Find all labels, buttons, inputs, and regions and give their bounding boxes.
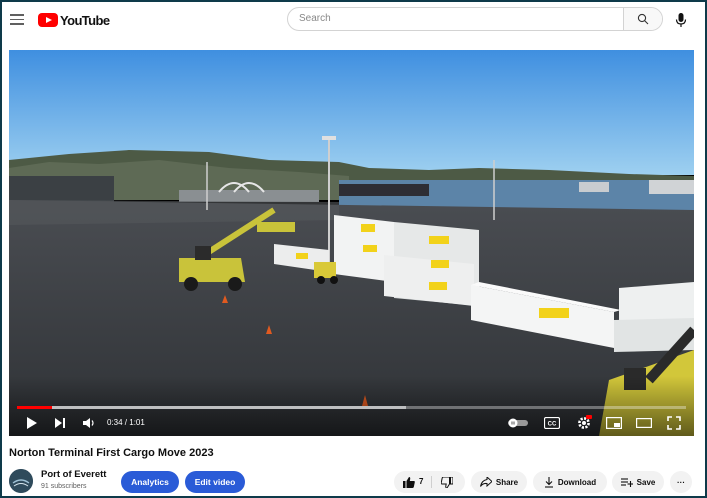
like-dislike-group: 7: [394, 471, 465, 493]
thumbs-down-icon[interactable]: [441, 477, 453, 488]
ship: [339, 184, 429, 196]
progress-played: [17, 406, 52, 409]
more-actions-button[interactable]: ···: [670, 471, 692, 493]
progress-buffered: [17, 406, 406, 409]
youtube-wordmark: YouTube: [60, 12, 110, 28]
subscriber-count: 91 subscribers: [41, 483, 87, 490]
channel-avatar[interactable]: [9, 469, 33, 493]
miniplayer-button[interactable]: [603, 412, 625, 434]
next-icon: [55, 418, 65, 428]
play-icon: [27, 417, 37, 429]
search-button[interactable]: [623, 8, 662, 30]
hamburger-menu-icon[interactable]: [8, 11, 26, 29]
more-options-icon: ···: [677, 477, 685, 487]
youtube-logo[interactable]: YouTube: [38, 11, 110, 29]
volume-icon: [83, 418, 94, 428]
search-input[interactable]: Search: [299, 13, 331, 24]
progress-bar[interactable]: [17, 406, 686, 409]
video-player[interactable]: 0:34 / 1:01 CC: [9, 50, 694, 436]
download-label: Download: [557, 477, 597, 487]
masthead: YouTube Search: [2, 2, 705, 38]
search-box[interactable]: Search: [287, 7, 663, 31]
play-button[interactable]: [23, 412, 41, 434]
svg-text:CC: CC: [548, 422, 557, 428]
autoplay-toggle-icon: [508, 418, 528, 428]
analytics-button[interactable]: Analytics: [121, 471, 179, 493]
youtube-watch-page: YouTube Search 0:34 / 1:01 CC Norton Ter…: [2, 2, 705, 496]
captions-icon: CC: [544, 417, 560, 429]
settings-button[interactable]: [573, 412, 595, 434]
autoplay-toggle[interactable]: [506, 412, 530, 434]
edit-video-button[interactable]: Edit video: [185, 471, 245, 493]
theater-mode-button[interactable]: [633, 412, 655, 434]
fullscreen-icon: [667, 416, 681, 430]
volume-button[interactable]: [79, 412, 99, 434]
save-label: Save: [636, 477, 656, 487]
search-icon: [637, 13, 649, 25]
time-display: 0:34 / 1:01: [107, 418, 145, 427]
video-title: Norton Terminal First Cargo Move 2023: [9, 447, 214, 459]
channel-name[interactable]: Port of Everett: [41, 469, 106, 480]
theater-mode-icon: [636, 418, 652, 428]
like-count: 7: [419, 477, 424, 486]
settings-gear-icon: [578, 415, 592, 429]
save-button[interactable]: Save: [612, 471, 664, 493]
next-button[interactable]: [51, 412, 69, 434]
download-button[interactable]: Download: [533, 471, 607, 493]
fullscreen-button[interactable]: [663, 412, 685, 434]
add-to-playlist-icon: [620, 478, 633, 487]
download-icon: [544, 476, 553, 488]
thumbs-up-icon[interactable]: [403, 477, 415, 488]
microphone-icon[interactable]: [674, 11, 688, 29]
share-label: Share: [495, 477, 519, 487]
share-arrow-icon: [479, 477, 492, 487]
warehouse: [9, 176, 114, 204]
port-logo-icon: [9, 469, 33, 493]
share-button[interactable]: Share: [471, 471, 527, 493]
youtube-play-logo-icon: [38, 13, 58, 27]
miniplayer-icon: [606, 417, 622, 429]
captions-button[interactable]: CC: [541, 412, 563, 434]
